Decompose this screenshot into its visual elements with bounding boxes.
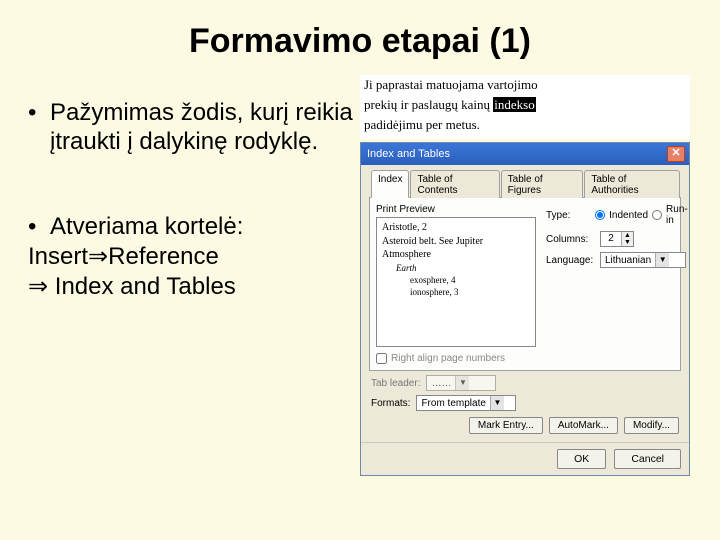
type-label: Type: xyxy=(546,210,591,221)
chevron-down-icon: ▼ xyxy=(655,253,669,267)
bullet-dot: • xyxy=(28,212,50,242)
cancel-button[interactable]: Cancel xyxy=(614,449,681,469)
tab-tof[interactable]: Table of Figures xyxy=(501,170,584,198)
index-tables-dialog: Index and Tables ✕ Index Table of Conten… xyxy=(360,142,690,476)
arrow-icon: ⇒ xyxy=(28,273,48,300)
tab-index[interactable]: Index xyxy=(371,170,409,198)
chevron-down-icon: ▼ xyxy=(455,376,469,390)
sample-line-1: Ji paprastai matuojama vartojimo xyxy=(364,75,686,95)
sample-highlight: indekso xyxy=(493,97,535,112)
close-icon[interactable]: ✕ xyxy=(667,146,685,162)
bullet-2-insert: Insert xyxy=(28,243,88,270)
automark-button[interactable]: AutoMark... xyxy=(549,417,618,434)
dialog-title: Index and Tables xyxy=(367,148,667,160)
tab-toc[interactable]: Table of Contents xyxy=(410,170,499,198)
formats-label: Formats: xyxy=(371,398,410,409)
preview-line: ionosphere, 3 xyxy=(382,286,530,298)
preview-line: Atmosphere xyxy=(382,248,530,262)
right-align-label: Right align page numbers xyxy=(391,353,505,364)
dialog-titlebar[interactable]: Index and Tables ✕ xyxy=(361,143,689,165)
word-sample: Ji paprastai matuojama vartojimo prekių … xyxy=(360,75,690,139)
type-runin-radio[interactable] xyxy=(652,210,662,220)
bullet-2-reference: Reference xyxy=(108,243,219,270)
chevron-down-icon: ▼ xyxy=(490,396,504,410)
language-combo[interactable]: Lithuanian ▼ xyxy=(600,252,686,268)
formats-combo[interactable]: From template ▼ xyxy=(416,395,516,411)
mark-entry-button[interactable]: Mark Entry... xyxy=(469,417,543,434)
sample-line-2a: prekių ir paslaugų kainų xyxy=(364,97,493,112)
columns-stepper[interactable]: 2 ▲▼ xyxy=(600,231,634,247)
preview-line: exosphere, 4 xyxy=(382,274,530,286)
right-column: Ji paprastai matuojama vartojimo prekių … xyxy=(360,71,690,476)
dialog-tabs: Index Table of Contents Table of Figures… xyxy=(369,169,681,198)
preview-line: Aristotle, 2 xyxy=(382,221,530,235)
ok-button[interactable]: OK xyxy=(557,449,606,469)
type-indented-radio[interactable] xyxy=(595,210,605,220)
tab-leader-label: Tab leader: xyxy=(371,378,420,389)
bullet-dot: • xyxy=(28,99,50,157)
bullet-2: • Atveriama kortelė: Insert⇒Reference ⇒ … xyxy=(28,212,360,302)
type-indented-label: Indented xyxy=(609,210,648,221)
arrow-icon: ⇒ xyxy=(88,243,108,270)
language-value: Lithuanian xyxy=(601,255,655,266)
language-label: Language: xyxy=(546,255,596,266)
tab-leader-value: …… xyxy=(427,378,455,389)
modify-button[interactable]: Modify... xyxy=(624,417,679,434)
left-column: • Pažymimas žodis, kurį reikia įtraukti … xyxy=(18,71,360,476)
spinner-arrows-icon[interactable]: ▲▼ xyxy=(621,232,633,246)
bullet-2-line1: Atveriama kortelė: xyxy=(50,212,243,242)
print-preview: Aristotle, 2 Asteroid belt. See Jupiter … xyxy=(376,217,536,347)
sample-line-3: padidėjimu per metus. xyxy=(364,115,686,135)
formats-value: From template xyxy=(417,398,489,409)
right-align-checkbox[interactable] xyxy=(376,353,387,364)
columns-value: 2 xyxy=(601,232,621,246)
bullet-2-index: Index and Tables xyxy=(48,273,236,300)
bullet-1: • Pažymimas žodis, kurį reikia įtraukti … xyxy=(28,99,360,157)
tab-toa[interactable]: Table of Authorities xyxy=(584,170,680,198)
type-runin-label: Run-in xyxy=(666,204,693,226)
tab-leader-combo[interactable]: …… ▼ xyxy=(426,375,496,391)
slide-title: Formavimo etapai (1) xyxy=(0,0,720,71)
preview-line: Asteroid belt. See Jupiter xyxy=(382,235,530,249)
bullet-1-text: Pažymimas žodis, kurį reikia įtraukti į … xyxy=(50,99,360,157)
columns-label: Columns: xyxy=(546,234,596,245)
preview-line: Earth xyxy=(382,262,530,274)
print-preview-label: Print Preview xyxy=(376,204,536,215)
